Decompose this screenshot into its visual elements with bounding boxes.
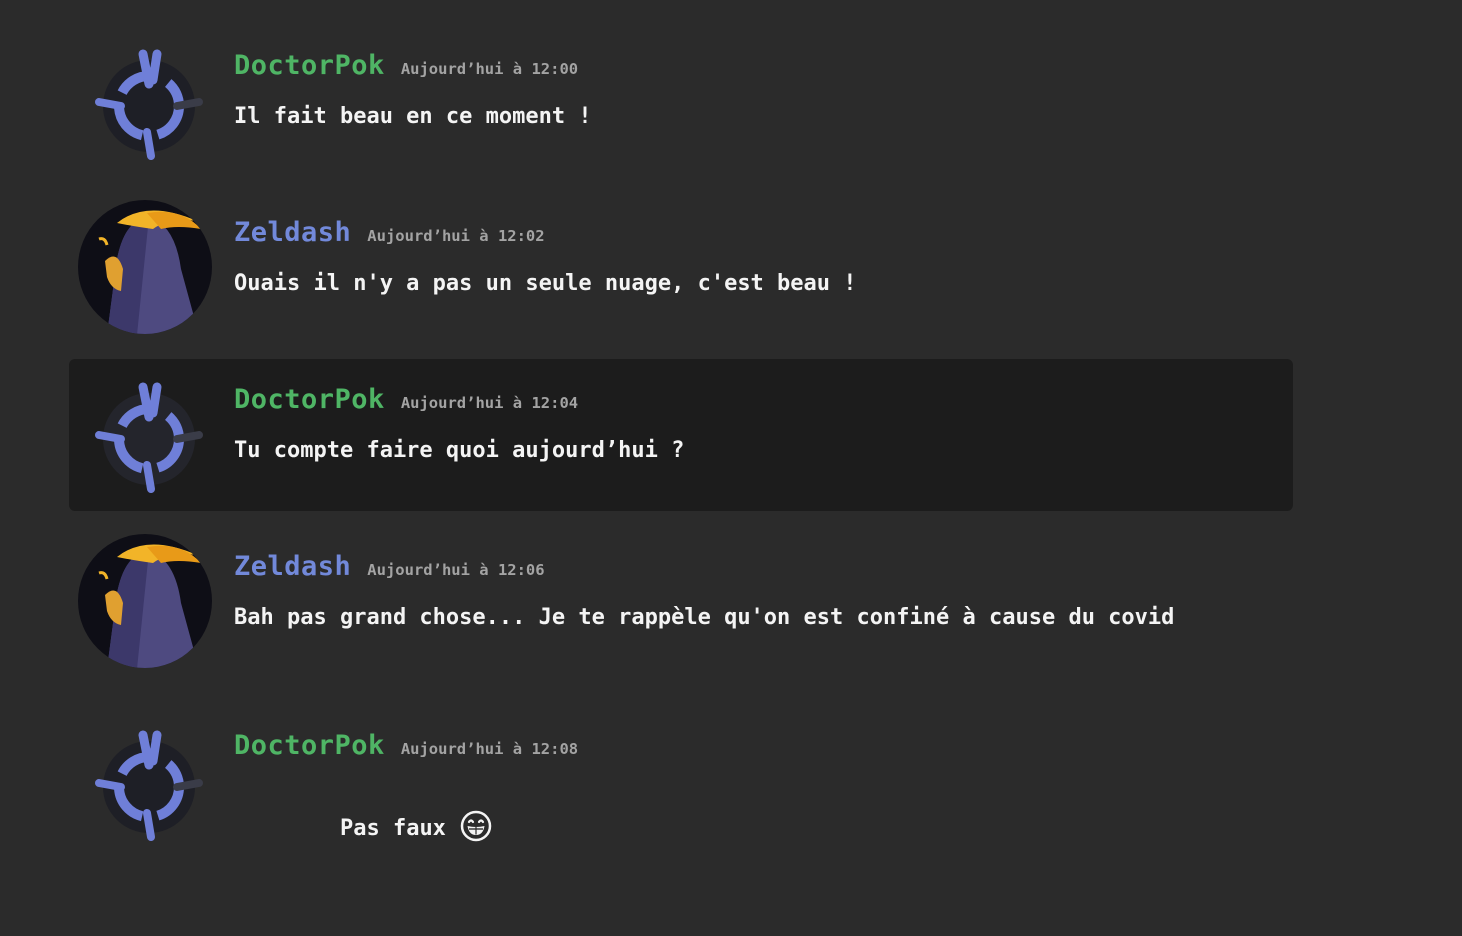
message-item[interactable]: Zeldash Aujourd’hui à 12:06 Bah pas gran… [69,526,1293,686]
message-text: Ouais il n'y a pas un seule nuage, c'est… [234,271,857,296]
message-content: DoctorPok Aujourd’hui à 12:04 Tu compte … [234,384,1213,467]
crosshair-avatar-icon [95,382,203,493]
avatar[interactable] [77,533,213,669]
hooded-figure-avatar-icon [78,534,212,668]
message-content: DoctorPok Aujourd’hui à 12:08 Pas faux [234,730,1213,877]
timestamp: Aujourd’hui à 12:08 [400,740,579,758]
message-text: Bah pas grand chose... Je te rappèle qu'… [234,605,1175,630]
message-item[interactable]: DoctorPok Aujourd’hui à 12:04 Tu compte … [69,359,1293,511]
crosshair-avatar-icon [95,730,203,841]
message-content: DoctorPok Aujourd’hui à 12:00 Il fait be… [234,50,1213,133]
username[interactable]: DoctorPok [234,730,385,761]
avatar[interactable] [77,377,213,513]
hooded-figure-avatar-icon [78,200,212,334]
avatar[interactable] [77,199,213,335]
grinning-face-emoji-icon [460,810,492,842]
username[interactable]: DoctorPok [234,384,385,415]
timestamp: Aujourd’hui à 12:02 [367,227,545,245]
username[interactable]: Zeldash [234,217,351,248]
message-header: DoctorPok Aujourd’hui à 12:08 [234,730,1213,762]
chat-log: DoctorPok Aujourd’hui à 12:00 Il fait be… [0,0,1462,936]
message-header: DoctorPok Aujourd’hui à 12:00 [234,50,1213,82]
message-item[interactable]: DoctorPok Aujourd’hui à 12:00 Il fait be… [69,36,1293,176]
username[interactable]: DoctorPok [234,50,385,81]
message-item[interactable]: DoctorPok Aujourd’hui à 12:08 Pas faux [69,705,1293,855]
timestamp: Aujourd’hui à 12:04 [400,394,579,412]
avatar[interactable] [77,44,213,180]
message-text: Il fait beau en ce moment ! [234,104,592,129]
message-text-row: Pas faux [234,781,1213,877]
timestamp: Aujourd’hui à 12:06 [367,561,545,579]
message-content: Zeldash Aujourd’hui à 12:02 Ouais il n'y… [234,217,1213,300]
message-content: Zeldash Aujourd’hui à 12:06 Bah pas gran… [234,551,1213,634]
message-header: Zeldash Aujourd’hui à 12:06 [234,551,1213,583]
message-header: DoctorPok Aujourd’hui à 12:04 [234,384,1213,416]
message-header: Zeldash Aujourd’hui à 12:02 [234,217,1213,249]
message-text: Pas faux [339,816,446,841]
username[interactable]: Zeldash [234,551,351,582]
message-text: Tu compte faire quoi aujourd’hui ? [234,438,685,463]
avatar[interactable] [77,725,213,861]
message-item[interactable]: Zeldash Aujourd’hui à 12:02 Ouais il n'y… [69,192,1293,342]
timestamp: Aujourd’hui à 12:00 [400,60,579,78]
crosshair-avatar-icon [95,49,203,160]
